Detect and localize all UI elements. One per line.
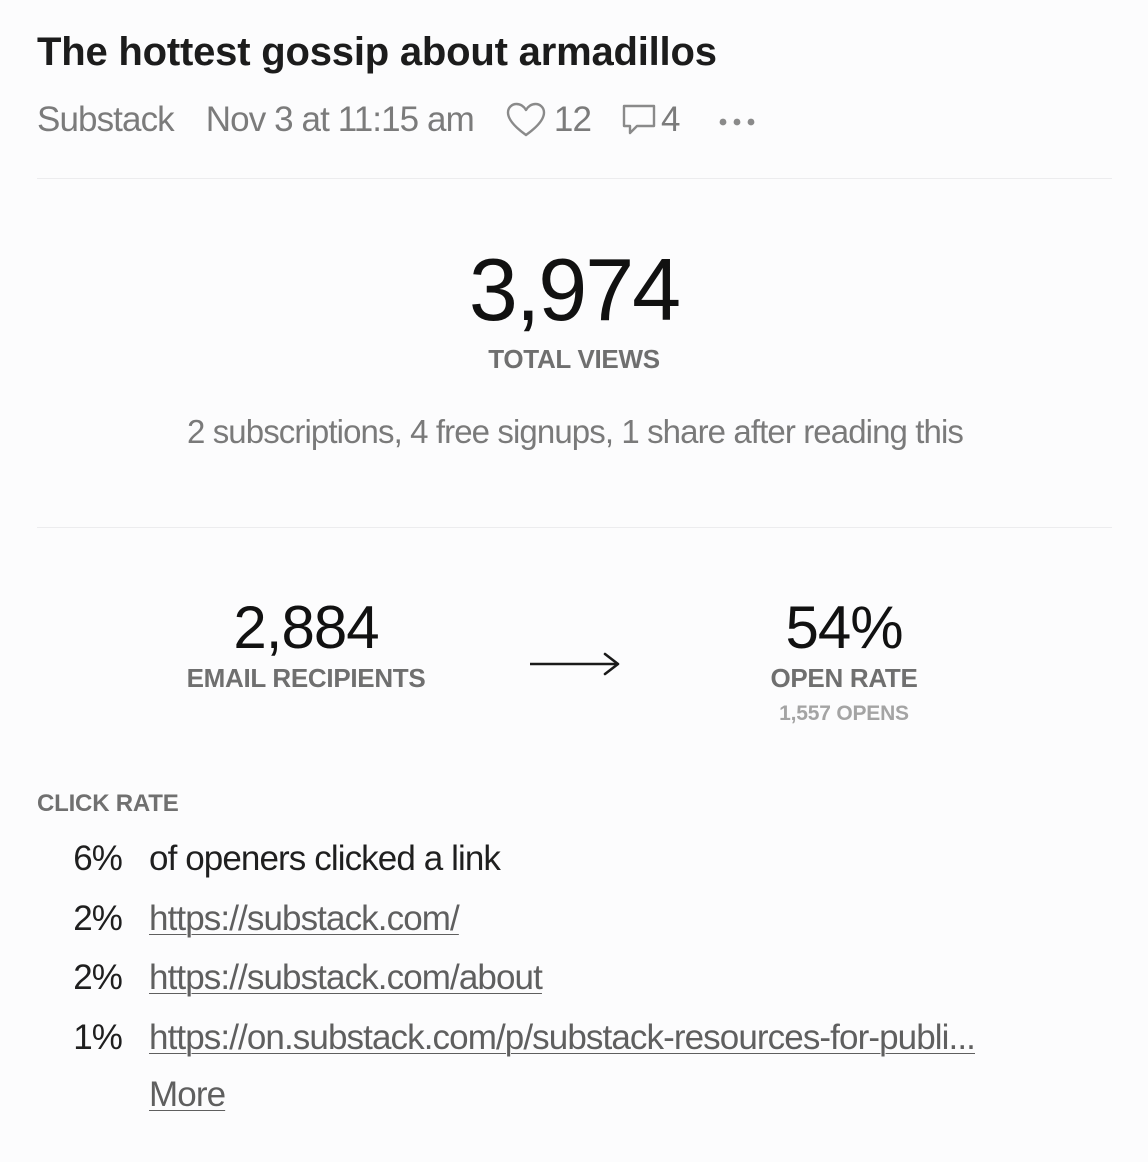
link-click-percent: 2% (73, 958, 123, 997)
comment-icon (622, 104, 656, 135)
heart-icon (506, 102, 546, 137)
more-options-button[interactable] (718, 113, 756, 127)
conversion-summary: 2 subscriptions, 4 free signups, 1 share… (186, 413, 964, 450)
total-views-block: 3,974 TOTAL VIEWS (0, 240, 1148, 375)
email-recipients-label: EMAIL RECIPIENTS (186, 663, 426, 693)
post-date: Nov 3 at 11:15 am (205, 100, 475, 139)
publication-name: Substack (37, 100, 175, 139)
more-links-button[interactable]: More (149, 1075, 226, 1115)
clicked-link[interactable]: https://substack.com/about (149, 958, 543, 998)
total-views-value: 3,974 (468, 240, 681, 339)
open-rate-label: OPEN RATE (770, 663, 918, 693)
click-rate-percent: 6% (73, 839, 123, 878)
like-count: 12 (553, 100, 592, 139)
post-title: The hottest gossip about armadillos (37, 30, 717, 74)
link-row: 1% https://on.substack.com/p/substack-re… (0, 1016, 975, 1060)
divider (37, 178, 1112, 179)
comment-count: 4 (661, 100, 680, 139)
comment-button[interactable]: 4 (621, 100, 680, 140)
arrow-right-icon (530, 652, 620, 676)
email-recipients-value: 2,884 (233, 594, 379, 661)
open-rate-value: 54% (785, 594, 903, 661)
click-rate-summary: 6% of openers clicked a link (0, 837, 501, 881)
link-click-percent: 1% (73, 1018, 123, 1057)
click-rate-text: of openers clicked a link (149, 839, 501, 878)
ellipsis-icon (719, 118, 754, 126)
like-button[interactable]: 12 (506, 100, 592, 140)
open-rate-stat: 54% OPEN RATE 1,557 OPENS (694, 595, 994, 726)
clicked-link[interactable]: https://on.substack.com/p/substack-resou… (149, 1018, 975, 1058)
clicked-link[interactable]: https://substack.com/ (149, 899, 460, 939)
click-rate-heading: CLICK RATE (37, 790, 179, 817)
divider (37, 527, 1112, 528)
post-meta: Substack Nov 3 at 11:15 am 12 4 (37, 98, 756, 142)
opens-count: 1,557 OPENS (779, 702, 909, 725)
link-row: 2% https://substack.com/ (0, 897, 460, 941)
link-row: 2% https://substack.com/about (0, 956, 543, 1000)
link-click-percent: 2% (73, 899, 123, 938)
email-recipients-stat: 2,884 EMAIL RECIPIENTS (156, 595, 456, 694)
total-views-label: TOTAL VIEWS (488, 344, 660, 374)
